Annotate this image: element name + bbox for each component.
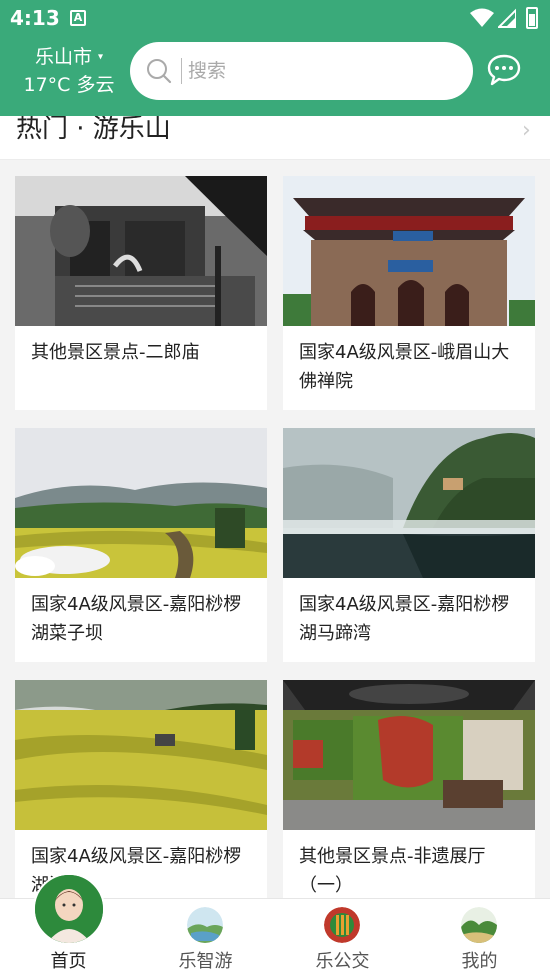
attraction-photo [283,428,535,578]
search-divider [181,58,182,84]
battery-icon [526,7,538,29]
tab-profile-label: 我的 [461,951,498,972]
attraction-title: 国家4A级风景区-嘉阳桫椤湖马蹄湾 [299,594,510,644]
wifi-icon [470,8,494,27]
attraction-card[interactable]: 国家4A级风景区-嘉阳桫椤湖马蹄湾 [283,428,535,662]
attraction-photo [15,680,267,830]
section-header[interactable]: 热门 · 游乐山 › [0,116,550,160]
message-icon[interactable] [486,53,522,87]
tab-profile[interactable]: 我的 [411,899,548,979]
chevron-right-icon: › [522,118,531,143]
weather-text: 17°C 多云 [23,73,115,96]
attraction-title: 其他景区景点-非遗展厅（一） [299,846,486,896]
caret-down-icon: ▾ [98,51,104,63]
sim-icon: A [70,10,86,26]
attraction-title: 其他景区景点-二郎庙 [31,342,200,363]
signal-icon [498,8,516,28]
home-avatar-icon[interactable] [33,873,105,945]
profile-icon [461,907,497,943]
bus-icon [324,907,360,943]
smart-travel-icon [187,907,223,943]
attraction-photo [283,680,535,830]
attraction-card[interactable]: 国家4A级风景区-嘉阳桫椤湖沟镇 [15,680,267,898]
attraction-title: 国家4A级风景区-峨眉山大佛禅院 [299,342,510,392]
tab-smart-travel-label: 乐智游 [178,951,233,972]
tab-bus-label: 乐公交 [315,951,370,972]
city-selector[interactable]: 乐山市 ▾ 17°C 多云 [14,44,124,99]
attraction-card[interactable]: 国家4A级风景区-峨眉山大佛禅院 [283,176,535,410]
attraction-photo [15,428,267,578]
attraction-card[interactable]: 其他景区景点-非遗展厅（一） [283,680,535,898]
section-title: 热门 · 游乐山 [16,116,171,144]
attraction-card[interactable]: 其他景区景点-二郎庙 [15,176,267,410]
app-header: 4:13 A 乐山市 ▾ 17°C 多云 [0,0,550,116]
status-time: 4:13 [10,6,60,30]
tab-bus[interactable]: 乐公交 [274,899,411,979]
city-name: 乐山市 [34,46,92,68]
search-input[interactable] [188,54,458,88]
status-bar: 4:13 A [0,0,550,36]
attraction-title: 国家4A级风景区-嘉阳桫椤湖菜子坝 [31,594,242,644]
tab-smart-travel[interactable]: 乐智游 [137,899,274,979]
attraction-photo [283,176,535,326]
attraction-card[interactable]: 国家4A级风景区-嘉阳桫椤湖菜子坝 [15,428,267,662]
search-bar[interactable] [130,42,473,100]
attractions-grid: 其他景区景点-二郎庙 国家4A级风景区-峨眉山大佛禅院 国家4A级风景区-嘉阳桫… [0,160,550,898]
attraction-photo [15,176,267,326]
search-icon [147,59,172,84]
tab-home-label: 首页 [50,951,87,972]
